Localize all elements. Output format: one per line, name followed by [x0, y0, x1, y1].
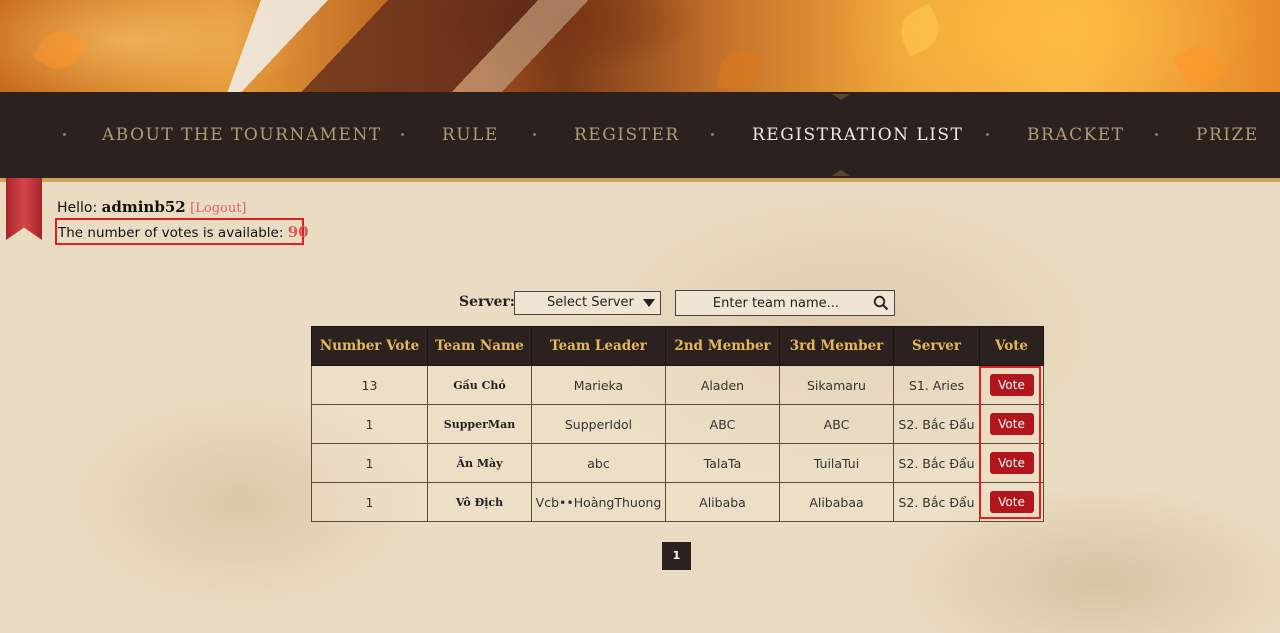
cell-member2: Alibaba [665, 482, 780, 522]
logout-link[interactable]: [Logout] [190, 201, 246, 216]
table-row: 13 Gấu Chó Marieka Aladen Sikamaru S1. A… [311, 365, 1044, 405]
cell-votes: 13 [311, 365, 428, 405]
cell-votes: 1 [311, 482, 428, 522]
cell-team-leader: SupperIdol [531, 404, 666, 444]
cell-member2: Aladen [665, 365, 780, 405]
nav-separator [986, 133, 989, 136]
table-row: 1 Ăn Mày abc TalaTa TuilaTui S2. Bắc Đẩu… [311, 443, 1044, 483]
cell-team-name: Vô Địch [427, 482, 532, 522]
leaf-decoration [32, 22, 88, 78]
votes-available: The number of votes is available: 90 [55, 218, 309, 245]
header-3rd-member: 3rd Member [779, 326, 894, 366]
cell-team-name: Gấu Chó [427, 365, 532, 405]
table-row: 1 SupperMan SupperIdol ABC ABC S2. Bắc Đ… [311, 404, 1044, 444]
team-search-input[interactable] [676, 291, 866, 315]
cell-vote: Vote [979, 482, 1044, 522]
nav-separator [1155, 133, 1158, 136]
cell-member3: ABC [779, 404, 894, 444]
cell-member3: Alibabaa [779, 482, 894, 522]
nav-about-tournament[interactable]: ABOUT THE TOURNAMENT [102, 92, 382, 178]
cell-server: S2. Bắc Đẩu [893, 443, 980, 483]
cell-member2: TalaTa [665, 443, 780, 483]
active-nav-marker [832, 170, 850, 176]
server-select-value: Select Server [547, 295, 634, 310]
leaf-decoration [1172, 37, 1228, 92]
header-vote: Vote [979, 326, 1044, 366]
nav-bracket[interactable]: BRACKET [1027, 92, 1125, 178]
server-select[interactable]: Select Server [514, 291, 661, 315]
team-search [675, 290, 895, 316]
header-team-leader: Team Leader [531, 326, 666, 366]
table-header-row: Number Vote Team Name Team Leader 2nd Me… [311, 326, 1044, 366]
hero-artwork [224, 0, 696, 92]
nav-rule[interactable]: RULE [442, 92, 499, 178]
username: adminb52 [101, 198, 186, 216]
nav-registration-list[interactable]: REGISTRATION LIST [752, 92, 963, 178]
vote-button[interactable]: Vote [989, 491, 1034, 513]
vote-button[interactable]: Vote [989, 374, 1034, 396]
nav-prize[interactable]: PRIZE [1196, 92, 1259, 178]
cell-vote: Vote [979, 365, 1044, 405]
leaf-decoration [716, 46, 764, 92]
cell-server: S1. Aries [893, 365, 980, 405]
greeting-label: Hello: [57, 200, 98, 216]
votes-available-count: 90 [287, 223, 309, 241]
hero-banner [0, 0, 1280, 92]
cell-votes: 1 [311, 404, 428, 444]
nav-register[interactable]: REGISTER [574, 92, 680, 178]
cell-member3: Sikamaru [779, 365, 894, 405]
cell-vote: Vote [979, 443, 1044, 483]
cell-server: S2. Bắc Đẩu [893, 482, 980, 522]
main-nav: ABOUT THE TOURNAMENT RULE REGISTER REGIS… [0, 92, 1280, 182]
nav-separator [711, 133, 714, 136]
header-number-vote: Number Vote [311, 326, 428, 366]
header-team-name: Team Name [427, 326, 532, 366]
caret-down-icon [643, 299, 655, 307]
vote-button[interactable]: Vote [989, 413, 1034, 435]
vote-button[interactable]: Vote [989, 452, 1034, 474]
cell-server: S2. Bắc Đẩu [893, 404, 980, 444]
user-greeting: Hello: adminb52 [Logout] [57, 198, 247, 216]
leaf-decoration [893, 3, 947, 57]
nav-separator [533, 133, 536, 136]
votes-available-label: The number of votes is available: [58, 225, 284, 241]
table-row: 1 Vô Địch Vcb••HoàngThuong Alibaba Aliba… [311, 482, 1044, 522]
registration-table: Number Vote Team Name Team Leader 2nd Me… [311, 326, 1044, 522]
search-icon[interactable] [873, 295, 889, 311]
cell-member2: ABC [665, 404, 780, 444]
header-server: Server [893, 326, 980, 366]
cell-member3: TuilaTui [779, 443, 894, 483]
nav-separator [63, 133, 66, 136]
cell-votes: 1 [311, 443, 428, 483]
cell-team-leader: abc [531, 443, 666, 483]
cell-team-name: SupperMan [427, 404, 532, 444]
cell-team-leader: Marieka [531, 365, 666, 405]
header-2nd-member: 2nd Member [665, 326, 780, 366]
cell-team-leader: Vcb••HoàngThuong [531, 482, 666, 522]
cell-team-name: Ăn Mày [427, 443, 532, 483]
cell-vote: Vote [979, 404, 1044, 444]
nav-separator [401, 133, 404, 136]
server-label: Server: [459, 294, 515, 310]
pagination-page-1[interactable]: 1 [662, 542, 691, 570]
active-nav-marker [832, 94, 850, 100]
